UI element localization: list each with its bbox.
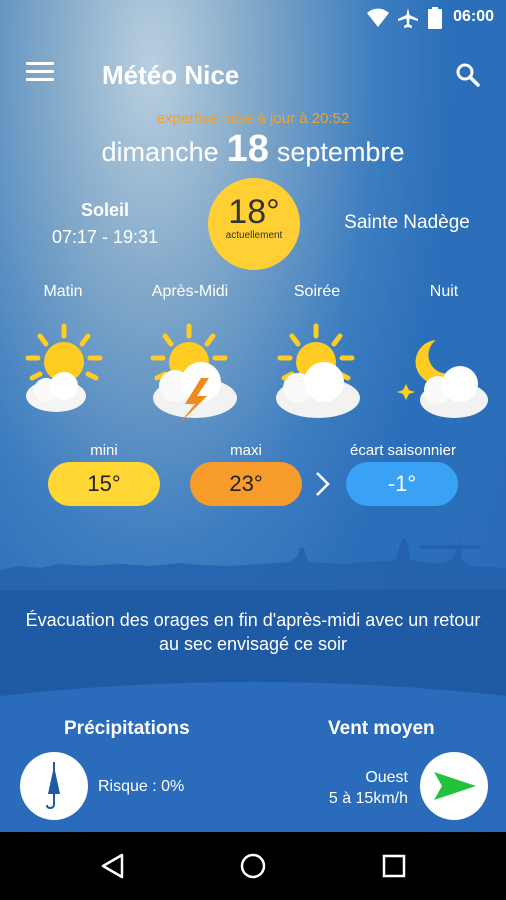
home-icon[interactable] <box>237 850 269 882</box>
sun-cloud-icon <box>276 323 360 418</box>
search-icon[interactable] <box>454 61 482 89</box>
menu-icon-bar <box>26 70 54 73</box>
wind-info: Ouest 5 à 15km/h <box>329 767 408 809</box>
wind-title: Vent moyen <box>328 718 435 739</box>
status-time: 06:00 <box>453 8 494 25</box>
precipitation-button[interactable] <box>20 752 88 820</box>
period-label-nuit: Nuit <box>429 283 459 300</box>
chevron-right-icon[interactable] <box>312 470 332 498</box>
max-temp-label: maxi <box>230 442 262 459</box>
sun-cloud-icon <box>25 323 103 412</box>
sun-title: Soleil <box>80 200 129 220</box>
sun-times: Soleil 07:17 - 19:31 <box>30 200 180 248</box>
back-icon[interactable] <box>98 850 130 882</box>
wind-button[interactable] <box>420 752 488 820</box>
seasonal-gap-label: écart saisonnier <box>350 442 456 459</box>
max-temp-pill: 23° <box>190 462 302 506</box>
app-screen: 06:00 Météo Nice expertise mise à jour à… <box>0 0 506 832</box>
moon-cloud-icon <box>397 340 488 418</box>
period-label-soiree: Soirée <box>293 283 341 300</box>
wind-speed: 5 à 15km/h <box>328 790 408 807</box>
min-temp-label: mini <box>90 442 118 459</box>
sun-hours: 07:17 - 19:31 <box>51 227 159 247</box>
app-title: Météo Nice <box>102 60 240 90</box>
date-display: dimanche 18 septembre <box>0 128 506 171</box>
airplane-icon <box>398 8 418 28</box>
navigation-bar <box>0 832 506 900</box>
forecast-text: Évacuation des orages en fin d'après-mid… <box>25 610 481 654</box>
wifi-icon <box>367 8 389 27</box>
battery-icon <box>428 7 442 29</box>
seasonal-gap-pill[interactable]: -1° <box>346 462 458 506</box>
precipitation-risk: Risque : 0% <box>98 778 185 795</box>
precipitation-title: Précipitations <box>64 718 190 739</box>
update-time-text: expertise mise à jour à 20:52 <box>156 110 350 127</box>
menu-button[interactable] <box>26 62 54 86</box>
current-temperature: 18° <box>228 193 280 231</box>
menu-icon-bar <box>26 78 54 81</box>
current-temperature-badge: 18° actuellement <box>208 178 300 270</box>
wind-arrow-icon <box>434 772 476 800</box>
wind-direction: Ouest <box>365 769 408 786</box>
umbrella-icon <box>46 762 60 810</box>
period-label-apres-midi: Après-Midi <box>151 283 229 300</box>
recents-icon[interactable] <box>378 850 410 882</box>
weekday: dimanche <box>101 137 219 167</box>
menu-icon-bar <box>26 62 54 65</box>
period-label-matin: Matin <box>43 283 83 300</box>
min-temp-pill: 15° <box>48 462 160 506</box>
status-bar: 06:00 <box>0 0 506 36</box>
saint-of-day: Sainte Nadège <box>344 212 470 233</box>
month: septembre <box>276 137 405 167</box>
thunderstorm-icon <box>150 323 237 424</box>
day-number: 18 <box>226 128 269 170</box>
current-temperature-label: actuellement <box>225 230 283 241</box>
